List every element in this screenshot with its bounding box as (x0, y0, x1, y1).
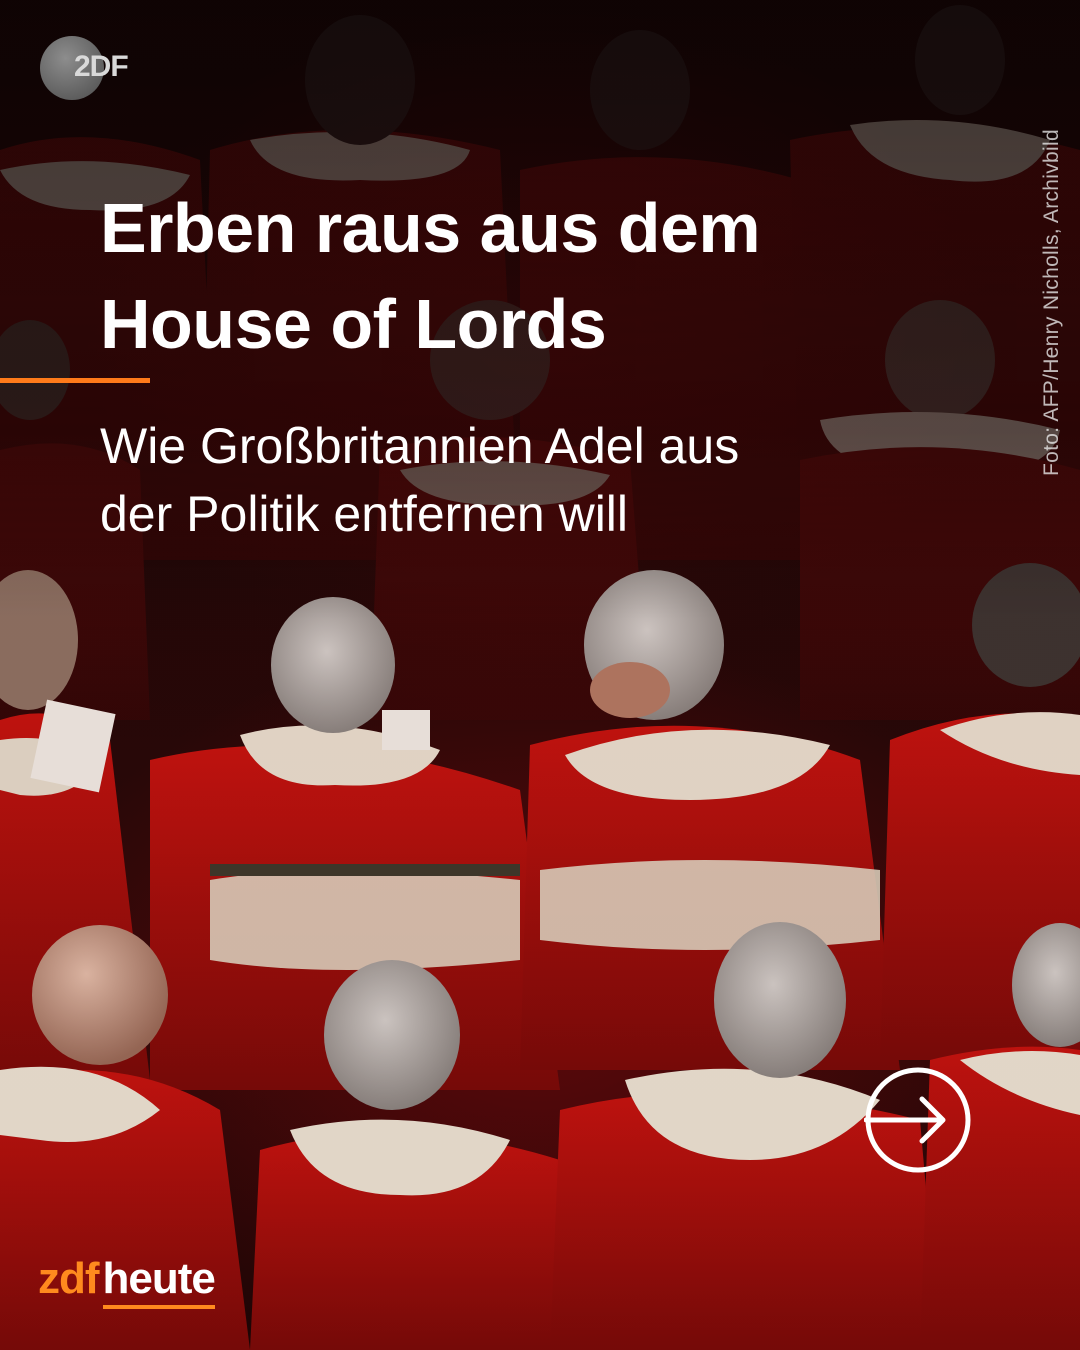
headline: Erben raus aus dem House of Lords (100, 180, 1000, 372)
headline-line-1: Erben raus aus dem (100, 189, 761, 267)
brand-zdf: zdf (38, 1254, 100, 1303)
zdf-logo: 2DF (40, 36, 129, 100)
accent-divider (0, 378, 150, 383)
subheadline-line-2: der Politik entfernen will (100, 486, 629, 542)
brand-heute: heute (102, 1254, 216, 1303)
photo-credit: Foto: AFP/Henry Nicholls, Archivbild (1040, 129, 1063, 476)
next-slide-button[interactable] (863, 1066, 972, 1174)
subheadline-line-1: Wie Großbritannien Adel aus (100, 418, 740, 474)
arrow-right-circle-icon (863, 1067, 971, 1173)
zdfheute-logo: zdfheute (38, 1254, 216, 1314)
subheadline: Wie Großbritannien Adel aus der Politik … (100, 412, 1000, 548)
logo-text: 2DF (74, 50, 129, 83)
headline-line-2: House of Lords (100, 285, 607, 363)
post-card: 2DF Foto: AFP/Henry Nicholls, Archivbild… (0, 0, 1080, 1350)
